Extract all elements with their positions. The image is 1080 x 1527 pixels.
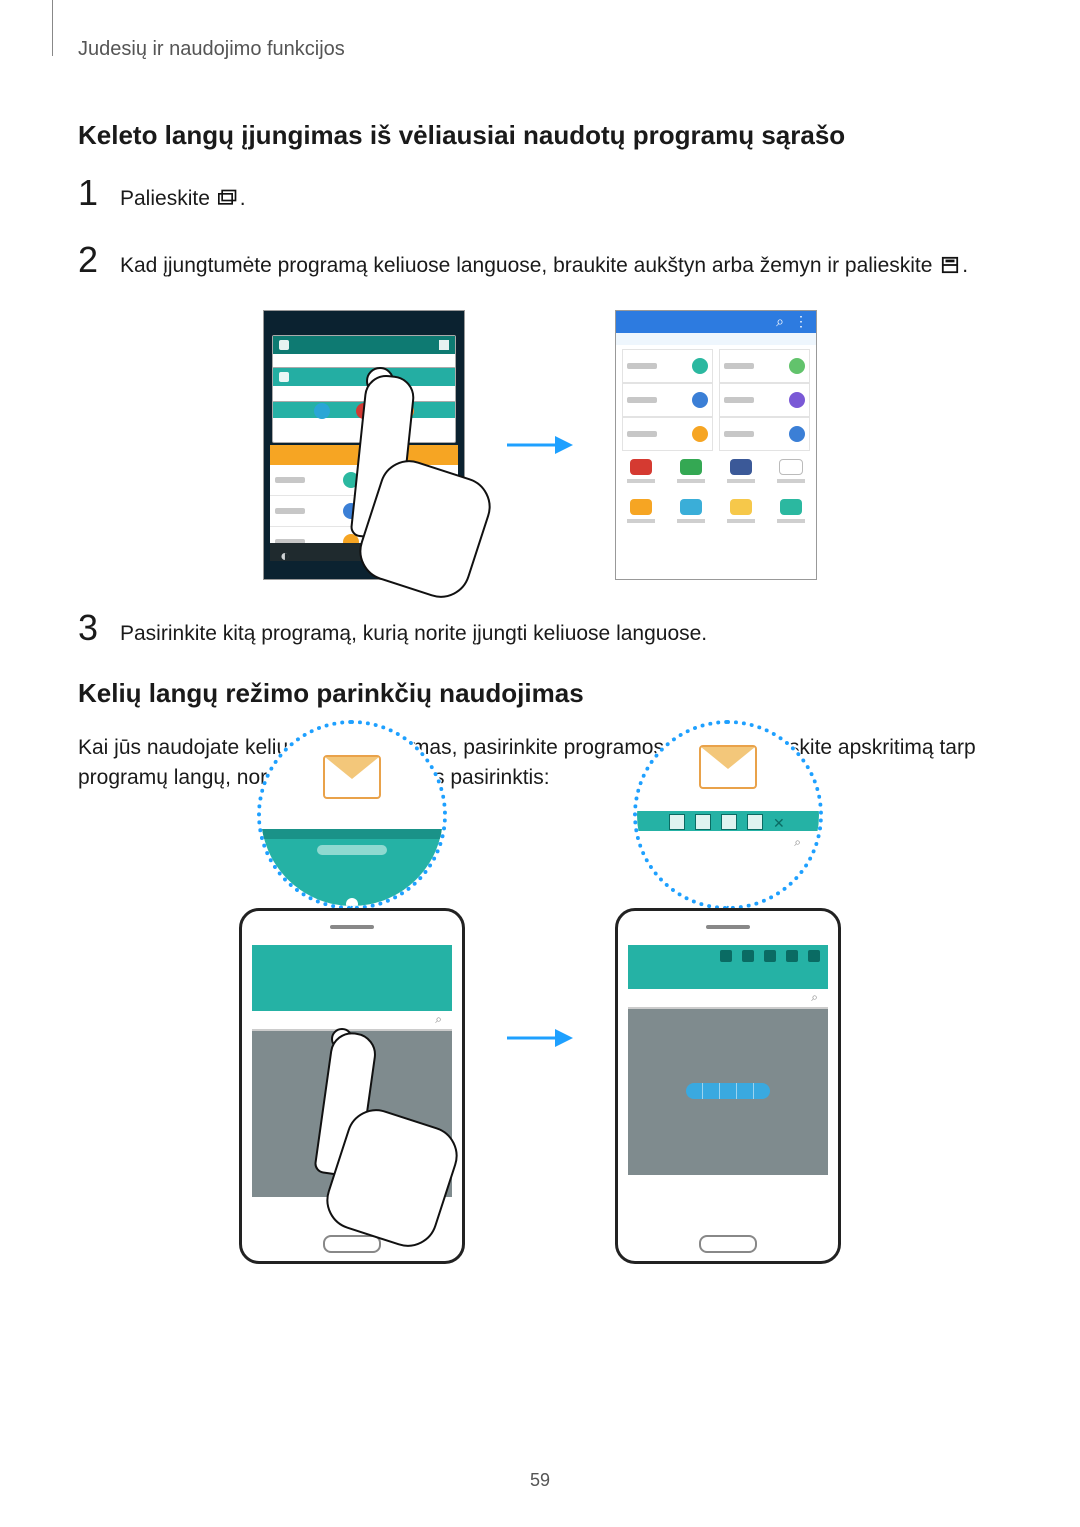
arrow-right-icon	[505, 1023, 575, 1053]
step-number: 3	[78, 610, 106, 646]
globe-icon: ◐	[280, 548, 292, 556]
app-tile	[779, 459, 803, 483]
search-icon: ⌕	[811, 990, 818, 1005]
close-icon: ✕	[773, 815, 787, 829]
figure-multiwindow-options: ⌕	[78, 812, 1002, 1264]
step-2: 2 Kad įjungtumėte programą keliuose lang…	[78, 242, 1002, 281]
device-after: ✕ ⌕ ⌕	[615, 812, 841, 1264]
split-handle-expanded	[686, 1083, 770, 1099]
step-list: 1 Palieskite . 2 Kad įjungtumėte program…	[78, 175, 1002, 282]
split-window-icon	[439, 340, 449, 350]
step-number: 1	[78, 175, 106, 211]
split-window-icon	[940, 256, 960, 274]
app-tile	[629, 499, 653, 523]
more-icon: ⋮	[794, 313, 808, 330]
paragraph: Kai jūs naudojate kelių langų programas,…	[78, 733, 1002, 794]
app-tile	[729, 499, 753, 523]
gear-icon	[279, 372, 289, 382]
app-tile	[779, 499, 803, 523]
step-text: Kad įjungtumėte programą keliuose languo…	[120, 245, 968, 281]
swap-icon	[669, 814, 685, 830]
screenshot-recents: ◐≡	[263, 310, 465, 580]
step-1: 1 Palieskite .	[78, 175, 1002, 214]
step-text: Palieskite .	[120, 178, 246, 214]
heading-multiwindow-options: Kelių langų režimo parinkčių naudojimas	[78, 677, 1002, 711]
callout-circle: ✕ ⌕	[633, 720, 823, 910]
page-number: 59	[530, 1470, 550, 1491]
search-icon: ⌕	[776, 313, 784, 330]
figure-recents-to-grid: ◐≡ ⌕ ⋮	[78, 310, 1002, 580]
screenshot-app-picker: ⌕ ⋮	[615, 310, 817, 580]
app-tile	[629, 459, 653, 483]
step-list-continued: 3 Pasirinkite kitą programą, kurią norit…	[78, 610, 1002, 649]
hand-gesture-icon	[299, 1032, 479, 1232]
envelope-icon	[699, 745, 757, 789]
callout-circle	[257, 720, 447, 910]
minimize-icon	[721, 814, 737, 830]
maximize-icon	[747, 814, 763, 830]
search-icon: ⌕	[435, 1012, 442, 1027]
envelope-icon	[323, 755, 381, 799]
app-tile	[679, 459, 703, 483]
section-label: Judesių ir naudojimo funkcijos	[78, 38, 1002, 61]
device-before: ⌕	[239, 812, 465, 1264]
swap-icon	[720, 950, 732, 962]
close-icon	[808, 950, 820, 962]
step-text: Pasirinkite kitą programą, kurią norite …	[120, 613, 707, 649]
step-3: 3 Pasirinkite kitą programą, kurią norit…	[78, 610, 1002, 649]
drag-content-icon	[695, 814, 711, 830]
app-tile	[679, 499, 703, 523]
recents-icon	[218, 189, 238, 207]
page: Judesių ir naudojimo funkcijos Keleto la…	[0, 0, 1080, 1527]
search-icon: ⌕	[794, 835, 801, 850]
arrow-right-icon	[505, 430, 575, 460]
step-number: 2	[78, 242, 106, 278]
hand-gesture-icon	[334, 375, 504, 585]
heading-launch-from-recents: Keleto langų įjungimas iš vėliausiai nau…	[78, 119, 1002, 153]
app-tile	[729, 459, 753, 483]
